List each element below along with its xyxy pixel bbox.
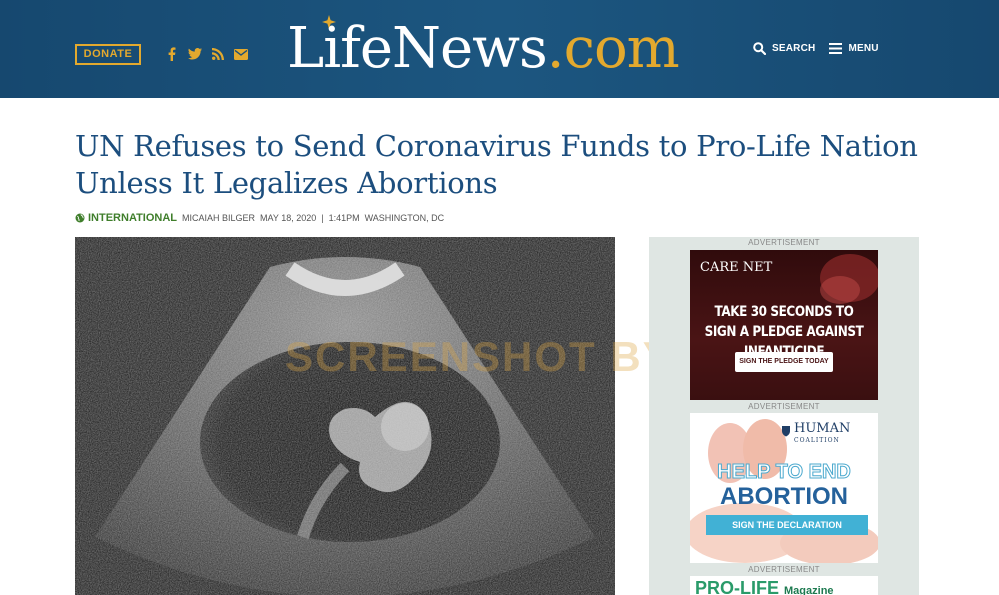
category-label: INTERNATIONAL	[88, 212, 178, 224]
header-nav: SEARCH MENU	[753, 42, 879, 55]
publish-date: MAY 18, 2020	[260, 213, 317, 223]
ad-brand-sub: COALITION	[794, 437, 840, 444]
ad-cta-button[interactable]: SIGN THE PLEDGE TODAY	[735, 352, 833, 372]
logo-text: LifeNews	[287, 16, 548, 81]
ad-human-coalition[interactable]: HUMAN COALITION HELP TO END ABORTION SIGN…	[690, 413, 878, 563]
dateline: WASHINGTON, DC	[364, 213, 445, 223]
donate-button[interactable]: DONATE	[75, 44, 141, 65]
article-title: UN Refuses to Send Coronavirus Funds to …	[75, 129, 918, 200]
globe-icon	[75, 213, 85, 223]
ad-brand: HUMAN COALITION	[794, 421, 851, 447]
logo-domain: .com	[546, 16, 680, 81]
ad-label: ADVERTISEMENT	[748, 565, 820, 574]
search-button[interactable]: SEARCH	[753, 42, 815, 55]
ad-headline-line2: ABORTION	[720, 483, 848, 510]
ad-cta-button[interactable]: SIGN THE DECLARATION	[706, 515, 868, 535]
sidebar-ads: ADVERTISEMENT CARE NET TAKE 30 SECONDS T…	[649, 237, 919, 595]
ad-brand: CARE NET	[700, 260, 773, 275]
social-links	[164, 45, 249, 63]
email-icon[interactable]	[233, 46, 249, 62]
ad-brand-name: HUMAN	[794, 421, 851, 436]
author-link[interactable]: MICAIAH BILGER	[182, 213, 255, 223]
hero-ultrasound-image	[75, 237, 615, 595]
search-icon	[753, 42, 766, 55]
rss-icon[interactable]	[210, 46, 226, 62]
site-header: DONATE LifeNews.com SEARCH MENU	[0, 0, 999, 98]
twitter-icon[interactable]	[187, 46, 203, 62]
hamburger-icon	[829, 43, 843, 54]
category-link[interactable]: INTERNATIONAL	[75, 212, 177, 224]
ad-label: ADVERTISEMENT	[748, 238, 820, 247]
ad-prolife-magazine[interactable]: PRO-LIFE Magazine	[690, 576, 878, 595]
ad-brand-sub: Magazine	[784, 585, 834, 595]
facebook-icon[interactable]	[164, 46, 180, 62]
ad-brand-name: PRO-LIFE	[695, 578, 779, 595]
ad-carenet[interactable]: CARE NET TAKE 30 SECONDS TO SIGN A PLEDG…	[690, 250, 878, 400]
ad-label: ADVERTISEMENT	[748, 402, 820, 411]
site-logo[interactable]: LifeNews.com	[287, 14, 680, 84]
ad-brand: PRO-LIFE Magazine	[695, 578, 834, 595]
coalition-logo-icon	[782, 426, 790, 437]
menu-button[interactable]: MENU	[829, 43, 878, 54]
menu-label: MENU	[848, 43, 879, 54]
search-label: SEARCH	[772, 43, 816, 54]
watermark-text: SCREENSHOT BY	[285, 333, 673, 380]
ad-headline-line1: HELP TO END	[717, 461, 852, 484]
article-meta: INTERNATIONAL MICAIAH BILGER MAY 18, 202…	[75, 212, 444, 224]
meta-separator: |	[321, 213, 324, 223]
publish-time: 1:41PM	[328, 213, 360, 223]
